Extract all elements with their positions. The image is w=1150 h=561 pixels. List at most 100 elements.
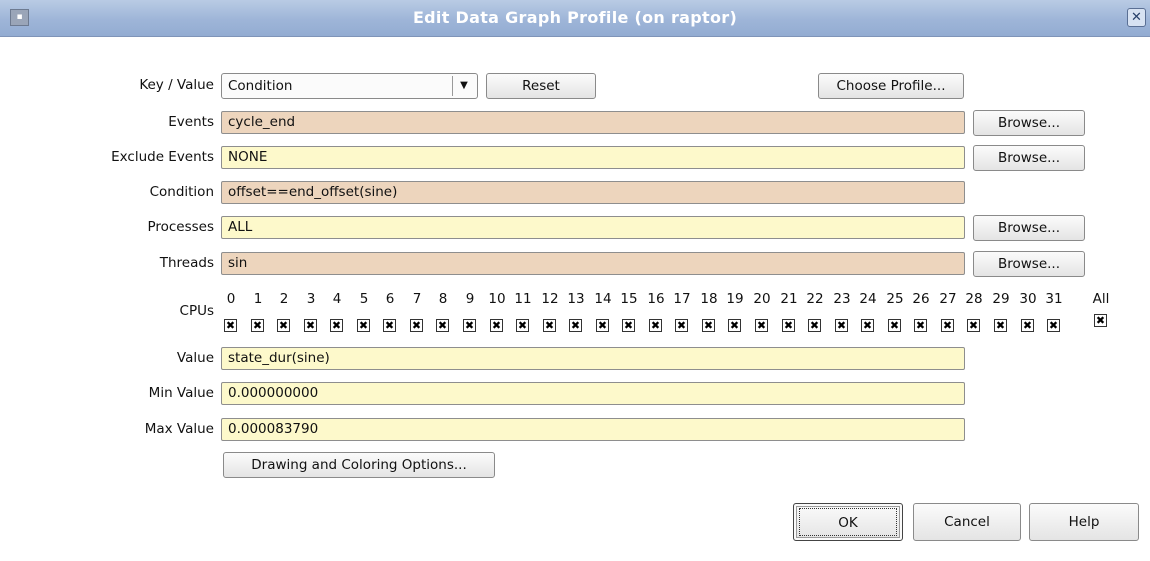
cpu-checkbox[interactable]: ✖ bbox=[994, 319, 1007, 332]
cpu-checkbox[interactable]: ✖ bbox=[516, 319, 529, 332]
window-title: Edit Data Graph Profile (on raptor) bbox=[412, 8, 738, 27]
cpu-checkbox[interactable]: ✖ bbox=[861, 319, 874, 332]
cpu-checkbox[interactable]: ✖ bbox=[463, 319, 476, 332]
cpu-number: 7 bbox=[412, 291, 422, 307]
help-button[interactable]: Help bbox=[1029, 503, 1139, 541]
cpu-checkbox[interactable]: ✖ bbox=[967, 319, 980, 332]
cpu-number: 31 bbox=[1045, 291, 1063, 307]
cpu-checkbox[interactable]: ✖ bbox=[543, 319, 556, 332]
cpu-number: 5 bbox=[359, 291, 369, 307]
cpu-number: 26 bbox=[912, 291, 930, 307]
events-field[interactable]: cycle_end bbox=[221, 111, 965, 134]
cpu-number: 30 bbox=[1019, 291, 1037, 307]
events-label: Events bbox=[168, 114, 214, 130]
cpu-checkbox[interactable]: ✖ bbox=[755, 319, 768, 332]
cpu-number: 15 bbox=[620, 291, 638, 307]
cpu-checkbox[interactable]: ✖ bbox=[649, 319, 662, 332]
title-bar: ▪ Edit Data Graph Profile (on raptor) ✕ bbox=[0, 0, 1150, 37]
cpu-checkbox[interactable]: ✖ bbox=[410, 319, 423, 332]
cpu-number: 16 bbox=[647, 291, 665, 307]
cpu-checkbox[interactable]: ✖ bbox=[622, 319, 635, 332]
key-value-label: Key / Value bbox=[139, 77, 214, 93]
threads-browse-button[interactable]: Browse... bbox=[973, 251, 1085, 277]
cpu-checkbox[interactable]: ✖ bbox=[224, 319, 237, 332]
value-field[interactable]: state_dur(sine) bbox=[221, 347, 965, 370]
key-value-combo[interactable]: Condition ▼ bbox=[221, 73, 478, 99]
cpu-number: 2 bbox=[279, 291, 289, 307]
cpu-number: 20 bbox=[753, 291, 771, 307]
cpu-checkbox[interactable]: ✖ bbox=[728, 319, 741, 332]
key-value-selected: Condition bbox=[228, 78, 293, 94]
exclude-events-label: Exclude Events bbox=[111, 149, 214, 165]
cpu-checkbox[interactable]: ✖ bbox=[251, 319, 264, 332]
cpu-number: 23 bbox=[833, 291, 851, 307]
cpu-checkbox[interactable]: ✖ bbox=[569, 319, 582, 332]
reset-button[interactable]: Reset bbox=[486, 73, 596, 99]
cpu-number: 21 bbox=[780, 291, 798, 307]
max-value-label: Max Value bbox=[144, 421, 214, 437]
cpu-checkbox[interactable]: ✖ bbox=[357, 319, 370, 332]
condition-field[interactable]: offset==end_offset(sine) bbox=[221, 181, 965, 204]
cpu-number: 8 bbox=[438, 291, 448, 307]
cpu-checkbox[interactable]: ✖ bbox=[596, 319, 609, 332]
value-label: Value bbox=[176, 350, 214, 366]
cpu-number: 12 bbox=[541, 291, 559, 307]
cpu-number: 24 bbox=[859, 291, 877, 307]
choose-profile-button[interactable]: Choose Profile... bbox=[818, 73, 964, 99]
cpu-number: 25 bbox=[886, 291, 904, 307]
cpu-checkbox[interactable]: ✖ bbox=[1047, 319, 1060, 332]
cpu-number: 18 bbox=[700, 291, 718, 307]
cpu-all-checkbox[interactable]: ✖ bbox=[1094, 314, 1107, 327]
cpu-number: 4 bbox=[332, 291, 342, 307]
cpu-number: 3 bbox=[306, 291, 316, 307]
cpu-checkbox[interactable]: ✖ bbox=[914, 319, 927, 332]
cpu-number: 14 bbox=[594, 291, 612, 307]
cpu-number: 10 bbox=[488, 291, 506, 307]
cpu-number: 28 bbox=[965, 291, 983, 307]
cpus-label: CPUs bbox=[179, 303, 214, 319]
min-value-field[interactable]: 0.000000000 bbox=[221, 382, 965, 405]
cpu-number: 19 bbox=[726, 291, 744, 307]
ok-button[interactable]: OK bbox=[793, 503, 903, 541]
cpu-checkbox[interactable]: ✖ bbox=[330, 319, 343, 332]
cancel-button[interactable]: Cancel bbox=[913, 503, 1021, 541]
processes-label: Processes bbox=[147, 219, 214, 235]
cpu-number: 9 bbox=[465, 291, 475, 307]
cpu-checkbox[interactable]: ✖ bbox=[941, 319, 954, 332]
cpu-checkbox[interactable]: ✖ bbox=[277, 319, 290, 332]
cpu-checkbox[interactable]: ✖ bbox=[835, 319, 848, 332]
cpu-checkbox[interactable]: ✖ bbox=[304, 319, 317, 332]
cpu-number: 27 bbox=[939, 291, 957, 307]
cpu-number: 11 bbox=[514, 291, 532, 307]
cpu-checkbox[interactable]: ✖ bbox=[808, 319, 821, 332]
threads-field[interactable]: sin bbox=[221, 252, 965, 275]
threads-label: Threads bbox=[159, 255, 214, 271]
cpu-checkbox[interactable]: ✖ bbox=[782, 319, 795, 332]
max-value-field[interactable]: 0.000083790 bbox=[221, 418, 965, 441]
cpu-number: 13 bbox=[567, 291, 585, 307]
ok-button-label: OK bbox=[799, 508, 897, 536]
cpu-checkbox[interactable]: ✖ bbox=[888, 319, 901, 332]
cpu-number: 29 bbox=[992, 291, 1010, 307]
condition-label: Condition bbox=[149, 184, 214, 200]
cpu-checkbox[interactable]: ✖ bbox=[702, 319, 715, 332]
close-icon[interactable]: ✕ bbox=[1127, 8, 1146, 27]
chevron-down-icon[interactable]: ▼ bbox=[452, 76, 475, 96]
cpu-all-label: All bbox=[1092, 291, 1110, 307]
cpu-number: 0 bbox=[226, 291, 236, 307]
cpu-number: 1 bbox=[253, 291, 263, 307]
cpu-checkbox[interactable]: ✖ bbox=[1021, 319, 1034, 332]
cpu-checkbox[interactable]: ✖ bbox=[383, 319, 396, 332]
min-value-label: Min Value bbox=[148, 385, 214, 401]
exclude-events-browse-button[interactable]: Browse... bbox=[973, 145, 1085, 171]
cpu-number: 17 bbox=[673, 291, 691, 307]
cpu-checkbox[interactable]: ✖ bbox=[675, 319, 688, 332]
cpu-checkbox[interactable]: ✖ bbox=[436, 319, 449, 332]
exclude-events-field[interactable]: NONE bbox=[221, 146, 965, 169]
cpu-checkbox[interactable]: ✖ bbox=[490, 319, 503, 332]
drawing-coloring-options-button[interactable]: Drawing and Coloring Options... bbox=[223, 452, 495, 478]
processes-browse-button[interactable]: Browse... bbox=[973, 215, 1085, 241]
events-browse-button[interactable]: Browse... bbox=[973, 110, 1085, 136]
cpu-number: 22 bbox=[806, 291, 824, 307]
processes-field[interactable]: ALL bbox=[221, 216, 965, 239]
